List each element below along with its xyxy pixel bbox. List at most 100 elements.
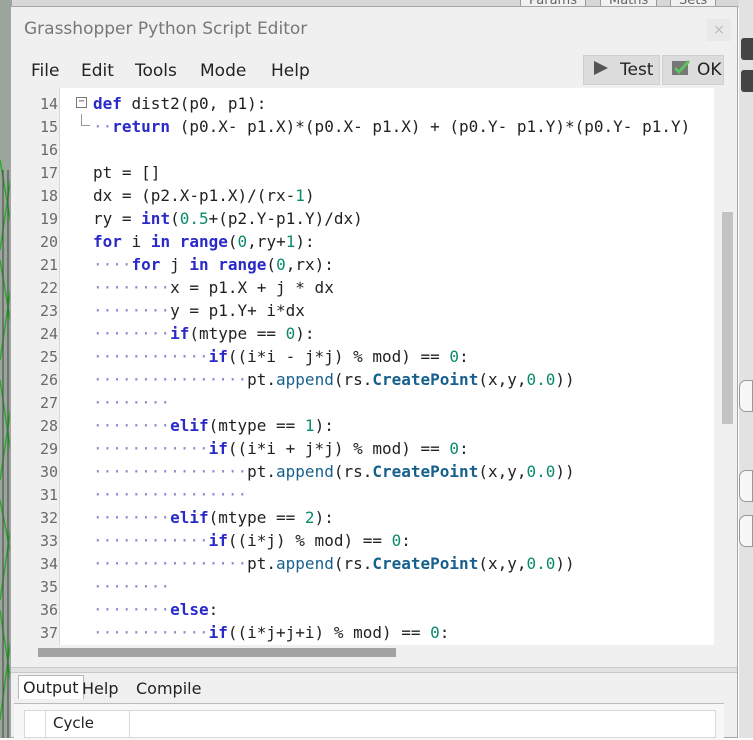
line-number: 31 <box>40 486 59 504</box>
code-text: ry = int(0.5+(p2.Y-p1.Y)/dx) <box>93 209 363 228</box>
window-title: Grasshopper Python Script Editor <box>24 19 308 39</box>
row-selector-cell[interactable] <box>25 711 46 737</box>
code-line[interactable]: 24 ········if(mtype == 0): <box>14 323 714 346</box>
line-number: 29 <box>40 440 59 458</box>
code-line[interactable]: 35 ········ <box>14 576 714 599</box>
code-line[interactable]: 34 ················pt.append(rs.CreatePoi… <box>14 553 714 576</box>
menu-edit[interactable]: Edit <box>81 61 114 81</box>
code-text: ········else: <box>93 600 219 619</box>
line-number: 37 <box>40 624 59 642</box>
code-line[interactable]: 36 ········else: <box>14 599 714 622</box>
code-line[interactable]: 23 ········y = p1.Y+ i*dx <box>14 300 714 323</box>
code-editor[interactable]: 14 − def dist2(p0, p1): 15 ··return (p0.X- p… <box>14 88 714 645</box>
code-line[interactable]: 18 dx = (p2.X-p1.X)/(rx-1) <box>14 185 714 208</box>
fold-toggle-icon[interactable]: − <box>76 97 87 108</box>
line-number: 26 <box>40 371 59 389</box>
menu-help[interactable]: Help <box>271 61 310 81</box>
code-line[interactable]: 15 ··return (p0.X- p1.X)*(p0.X- p1.X) + (… <box>14 114 714 139</box>
code-line[interactable]: 32 ········elif(mtype == 2): <box>14 507 714 530</box>
line-number: 17 <box>40 164 59 182</box>
code-text: ········ <box>93 577 171 596</box>
canvas-slider-knob <box>739 515 753 547</box>
canvas-slider-knob <box>739 380 753 412</box>
code-text: ········elif(mtype == 1): <box>93 416 334 435</box>
title-bar[interactable]: Grasshopper Python Script Editor × <box>11 7 737 51</box>
code-text: ············if((i*i - j*j) % mod) == 0: <box>93 347 469 366</box>
code-text: ········x = p1.X + j * dx <box>93 278 334 297</box>
line-number: 15 <box>40 118 59 136</box>
code-line[interactable]: 28 ········elif(mtype == 1): <box>14 415 714 438</box>
code-line[interactable]: 33 ············if((i*j) % mod) == 0: <box>14 530 714 553</box>
line-number: 28 <box>40 417 59 435</box>
code-line[interactable]: 30 ················pt.append(rs.CreatePoi… <box>14 461 714 484</box>
line-number: 20 <box>40 233 59 251</box>
code-text: ················pt.append(rs.CreatePoint… <box>93 370 575 389</box>
bottom-tab-strip: Output Help Compile <box>14 673 724 703</box>
ok-button-label: OK <box>697 60 722 80</box>
code-text: ········y = p1.Y+ i*dx <box>93 301 305 320</box>
tab-compile[interactable]: Compile <box>132 677 205 700</box>
grasshopper-canvas-right <box>739 0 753 738</box>
ok-button[interactable]: OK <box>662 55 724 85</box>
code-line[interactable]: 22 ········x = p1.X + j * dx <box>14 277 714 300</box>
line-number: 25 <box>40 348 59 366</box>
code-text: ············if((i*j+j+i) % mod) == 0: <box>93 623 450 642</box>
code-text: ········ <box>93 393 171 412</box>
line-number: 19 <box>40 210 59 228</box>
line-number: 30 <box>40 463 59 481</box>
test-button-label: Test <box>620 60 654 80</box>
column-separator <box>129 711 130 737</box>
code-line[interactable]: 25 ············if((i*i - j*j) % mod) == 0… <box>14 346 714 369</box>
line-number: 21 <box>40 256 59 274</box>
line-number: 34 <box>40 555 59 573</box>
menu-mode[interactable]: Mode <box>200 61 246 81</box>
code-line[interactable]: 27 ········ <box>14 392 714 415</box>
code-line[interactable]: 37 ············if((i*j+j+i) % mod) == 0: <box>14 622 714 645</box>
line-number: 32 <box>40 509 59 527</box>
output-panel: Cycle <box>14 703 724 740</box>
code-text: ················pt.append(rs.CreatePoint… <box>93 462 575 481</box>
vertical-scrollbar[interactable] <box>719 88 736 645</box>
code-text: ············if((i*j) % mod) == 0: <box>93 531 411 550</box>
code-text: ············if((i*i + j*j) % mod) == 0: <box>93 439 469 458</box>
line-number: 24 <box>40 325 59 343</box>
tab-output[interactable]: Output <box>18 675 84 699</box>
line-number: 33 <box>40 532 59 550</box>
code-text: ········elif(mtype == 2): <box>93 508 334 527</box>
canvas-component <box>741 38 753 60</box>
code-text: ················pt.append(rs.CreatePoint… <box>93 554 575 573</box>
code-text: ········if(mtype == 0): <box>93 324 315 343</box>
test-button[interactable]: Test <box>583 55 660 85</box>
code-text: dx = (p2.X-p1.X)/(rx-1) <box>93 186 315 205</box>
code-text: def dist2(p0, p1): <box>93 94 267 113</box>
play-triangle-icon <box>592 59 610 82</box>
code-line[interactable]: 26 ················pt.append(rs.CreatePoi… <box>14 369 714 392</box>
check-box-icon <box>671 59 691 82</box>
code-line[interactable]: 31 ················ <box>14 484 714 507</box>
line-number: 18 <box>40 187 59 205</box>
line-number: 22 <box>40 279 59 297</box>
canvas-slider-knob <box>739 470 753 502</box>
horizontal-scroll-thumb[interactable] <box>38 648 396 657</box>
menu-tools[interactable]: Tools <box>135 61 177 81</box>
code-line[interactable]: 20 for i in range(0,ry+1): <box>14 231 714 254</box>
code-line[interactable]: 21 ····for j in range(0,rx): <box>14 254 714 277</box>
line-number: 27 <box>40 394 59 412</box>
code-line[interactable]: 17 pt = [] <box>14 162 714 185</box>
code-text: ················ <box>93 485 248 504</box>
line-number: 35 <box>40 578 59 596</box>
menu-file[interactable]: File <box>31 61 59 81</box>
code-line[interactable]: 19 ry = int(0.5+(p2.Y-p1.Y)/dx) <box>14 208 714 231</box>
menu-bar: File Edit Tools Mode Help Test OK <box>11 53 737 87</box>
line-number: 23 <box>40 302 59 320</box>
code-line[interactable]: 14 − def dist2(p0, p1): <box>14 93 714 116</box>
horizontal-scrollbar[interactable] <box>14 645 714 659</box>
code-line[interactable]: 29 ············if((i*i + j*j) % mod) == 0… <box>14 438 714 461</box>
vertical-scroll-thumb[interactable] <box>722 212 733 424</box>
code-line[interactable]: 16 <box>14 139 714 162</box>
code-text: ····for j in range(0,rx): <box>93 255 334 274</box>
script-editor-window: Grasshopper Python Script Editor × File … <box>10 6 738 740</box>
close-button[interactable]: × <box>707 19 731 41</box>
tab-help[interactable]: Help <box>78 677 122 700</box>
fold-guide <box>81 114 90 126</box>
